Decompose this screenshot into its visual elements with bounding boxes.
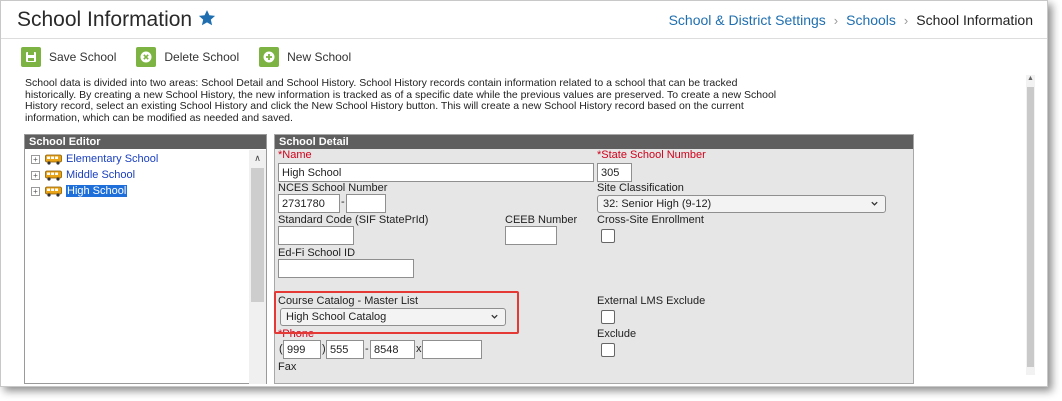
new-school-label: New School <box>287 50 352 64</box>
phone-ext-separator: x <box>416 343 422 355</box>
school-bus-icon <box>45 170 62 181</box>
page-scrollbar[interactable]: ▲ <box>1026 75 1035 375</box>
breadcrumb: School & District Settings › Schools › S… <box>669 12 1033 28</box>
editor-scrollbar[interactable]: ∧ <box>249 150 266 384</box>
exclude-label: Exclude <box>597 328 637 340</box>
delete-school-button[interactable]: Delete School <box>136 47 239 67</box>
site-classification-value: 32: Senior High (9-12) <box>603 198 712 210</box>
fax-label: Fax <box>278 361 297 373</box>
tree-item-elementary[interactable]: + Elementary School <box>31 151 158 167</box>
chevron-down-icon <box>871 201 878 206</box>
delete-school-label: Delete School <box>164 50 240 64</box>
scroll-up-icon[interactable]: ▲ <box>1026 75 1035 85</box>
name-label: *Name <box>278 149 312 161</box>
page-description: School data is divided into two areas: S… <box>25 77 777 124</box>
new-school-button[interactable]: New School <box>259 47 351 67</box>
nces-separator: - <box>341 196 345 208</box>
nces-field-1[interactable] <box>278 194 340 213</box>
course-catalog-highlight <box>274 291 519 334</box>
school-bus-icon <box>45 154 62 165</box>
site-classification-select[interactable]: 32: Senior High (9-12) <box>597 195 886 213</box>
chevron-up-icon[interactable]: ∧ <box>249 150 266 167</box>
delete-icon <box>136 47 157 67</box>
save-school-label: Save School <box>49 50 117 64</box>
ceeb-label: CEEB Number <box>505 214 578 226</box>
chevron-right-icon: › <box>833 12 839 28</box>
phone-dash: - <box>365 343 369 355</box>
external-lms-exclude-label: External LMS Exclude <box>597 295 706 307</box>
school-detail-panel: School Detail *Name *State School Number… <box>274 134 914 384</box>
external-lms-exclude-checkbox[interactable] <box>601 310 615 324</box>
school-detail-title: School Detail <box>275 135 913 149</box>
ceeb-field[interactable] <box>505 226 557 245</box>
edfi-label: Ed-Fi School ID <box>278 247 356 259</box>
tree-item-label[interactable]: Elementary School <box>66 153 158 165</box>
tree-item-middle[interactable]: + Middle School <box>31 167 158 183</box>
save-icon <box>21 47 41 67</box>
app-window: School Information School & District Set… <box>0 0 1048 387</box>
breadcrumb-current: School Information <box>916 12 1033 28</box>
edfi-field[interactable] <box>278 259 414 278</box>
school-tree: + Elementary School + Middle School + Hi… <box>31 151 158 199</box>
save-school-button[interactable]: Save School <box>21 47 116 67</box>
standard-code-label: Standard Code (SIF StatePrId) <box>278 214 429 226</box>
name-field[interactable] <box>278 163 594 182</box>
school-editor-title: School Editor <box>25 135 266 149</box>
add-icon <box>259 47 280 67</box>
chevron-right-icon: › <box>903 12 909 28</box>
exclude-checkbox[interactable] <box>601 343 615 357</box>
tree-item-label-selected[interactable]: High School <box>66 185 128 197</box>
scrollbar-thumb[interactable] <box>1027 87 1034 367</box>
standard-code-field[interactable] <box>278 226 354 245</box>
cross-site-enrollment-label: Cross-Site Enrollment <box>597 214 704 226</box>
action-toolbar: Save School Delete School New School <box>21 47 351 67</box>
phone-ext-field[interactable] <box>422 340 482 359</box>
breadcrumb-district-settings[interactable]: School & District Settings <box>669 12 826 28</box>
nces-field-2[interactable] <box>346 194 386 213</box>
cross-site-enrollment-checkbox[interactable] <box>601 229 615 243</box>
state-school-number-label: *State School Number <box>597 149 706 161</box>
expand-icon[interactable]: + <box>31 170 40 180</box>
breadcrumb-schools[interactable]: Schools <box>846 12 896 28</box>
phone-area-field[interactable] <box>283 340 321 359</box>
state-school-number-field[interactable] <box>597 163 632 182</box>
phone-line-field[interactable] <box>370 340 415 359</box>
expand-icon[interactable]: + <box>31 186 40 196</box>
tree-item-label[interactable]: Middle School <box>66 169 135 181</box>
favorite-star-icon[interactable] <box>197 8 217 28</box>
tree-item-high[interactable]: + High School <box>31 183 158 199</box>
site-classification-label: Site Classification <box>597 182 684 194</box>
expand-icon[interactable]: + <box>31 154 40 164</box>
scrollbar-thumb[interactable] <box>251 168 264 302</box>
top-bar: School Information School & District Set… <box>1 1 1047 39</box>
page-title: School Information <box>17 8 193 31</box>
phone-prefix-field[interactable] <box>326 340 364 359</box>
school-editor-panel: School Editor + Elementary School + Midd… <box>24 134 267 384</box>
nces-label: NCES School Number <box>278 182 388 194</box>
school-bus-icon <box>45 186 62 197</box>
